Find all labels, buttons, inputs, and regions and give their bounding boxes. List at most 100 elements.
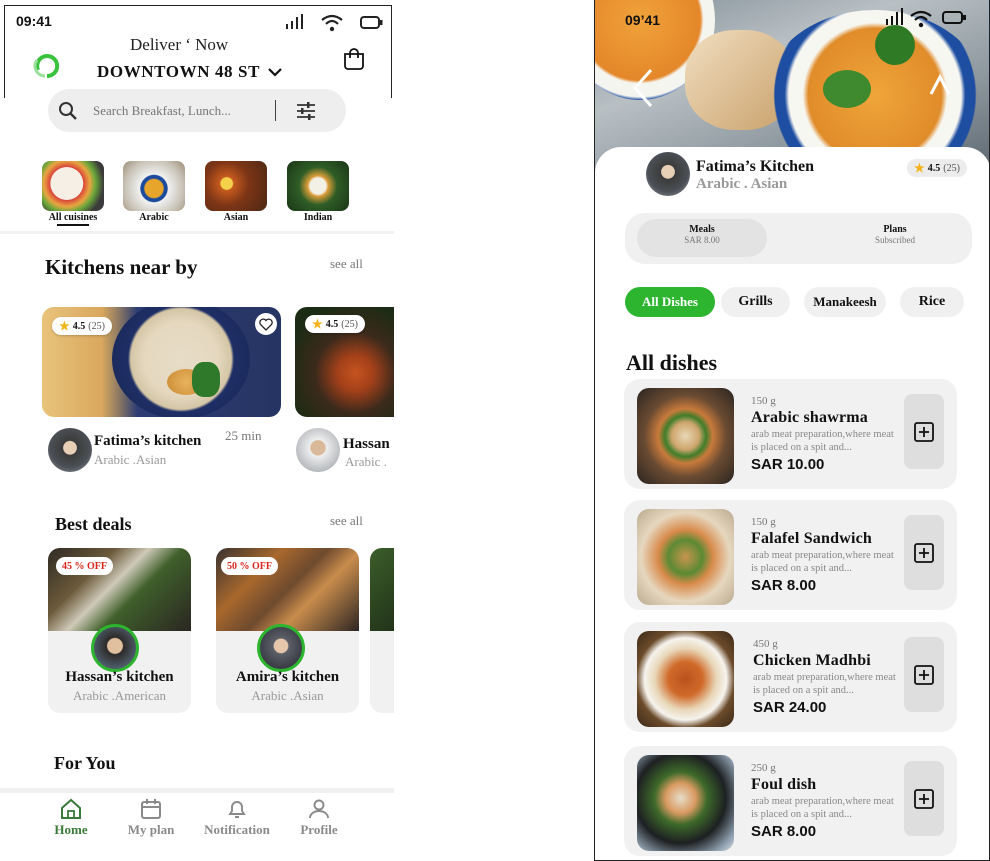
herbs <box>875 25 915 65</box>
dish-card[interactable]: 250 g Foul dish arab meat preparation,wh… <box>624 746 957 856</box>
rating-count: (25) <box>943 162 960 174</box>
segment-plans[interactable]: Plans Subscribed <box>830 219 960 257</box>
signal-icon <box>286 14 303 29</box>
signal-icon <box>886 8 903 25</box>
add-to-cart-button[interactable] <box>904 394 944 469</box>
cart-icon[interactable] <box>342 47 366 71</box>
kitchen-name: Fatima’s Kitchen <box>696 158 815 175</box>
dish-description: arab meat preparation,where meat is plac… <box>751 550 894 574</box>
frame-top <box>4 5 392 6</box>
plus-square-icon <box>914 664 934 685</box>
deal-image <box>370 548 394 631</box>
dish-weight: 250 g <box>751 762 776 774</box>
segment-meals[interactable]: Meals SAR 8.00 <box>637 219 767 257</box>
dish-description: arab meat preparation,where meat is plac… <box>751 796 894 820</box>
avatar <box>257 624 305 672</box>
see-all-link[interactable]: see all <box>330 513 363 529</box>
add-to-cart-button[interactable] <box>904 761 944 836</box>
filter-icon[interactable] <box>295 100 317 122</box>
category-label: Indian <box>303 212 333 223</box>
kitchen-cuisine: Arabic . Asian <box>696 176 788 192</box>
segmented-control: Meals SAR 8.00 Plans Subscribed <box>625 213 972 264</box>
chip-manakeesh[interactable]: Manakeesh <box>804 287 886 317</box>
see-all-link[interactable]: see all <box>330 256 363 272</box>
for-you-title: For You <box>54 753 116 773</box>
category-image <box>123 161 185 211</box>
battery-icon <box>360 16 383 29</box>
rating-value: 4.5 <box>325 318 339 330</box>
kitchen-name[interactable]: Fatima’s kitchen <box>94 433 201 450</box>
dish-name: Falafel Sandwich <box>751 530 872 547</box>
user-icon <box>309 799 329 819</box>
home-icon <box>61 798 81 819</box>
battery-icon <box>942 11 966 24</box>
herbs <box>823 70 871 108</box>
chevron-down-icon <box>268 68 282 77</box>
kitchen-avatar <box>646 152 690 196</box>
plus-square-icon <box>914 542 934 563</box>
segment-title: Plans <box>883 224 907 235</box>
rating-count: (25) <box>88 320 105 332</box>
kitchen-name[interactable]: Hassan <box>343 436 390 453</box>
dish-image <box>637 388 734 484</box>
frame-left <box>4 5 5 98</box>
dish-name: Chicken Madhbi <box>753 652 871 669</box>
category-all-cuisines[interactable]: All cuisines <box>42 161 104 226</box>
category-image <box>42 161 104 211</box>
category-arabic[interactable]: Arabic <box>123 161 185 223</box>
back-arrow-icon[interactable] <box>631 68 655 108</box>
favorite-button[interactable] <box>255 313 277 335</box>
kitchen-cuisine: Arabic . <box>345 454 387 469</box>
category-indian[interactable]: Indian <box>287 161 349 223</box>
location-selector[interactable]: DOWNTOWN 48 ST <box>97 62 282 82</box>
dish-card[interactable]: 150 g Falafel Sandwich arab meat prepara… <box>624 500 957 610</box>
star-icon: ★ <box>914 160 925 175</box>
chip-grills[interactable]: Grills <box>721 287 790 317</box>
add-to-cart-button[interactable] <box>904 515 944 590</box>
hummus-plate <box>112 307 250 417</box>
dish-image <box>637 509 734 605</box>
kitchen-cuisine: Arabic .Asian <box>94 452 167 467</box>
search-divider <box>275 100 276 121</box>
search-input[interactable] <box>93 101 273 121</box>
deal-kitchen-name: Hassan’s kitchen <box>65 669 174 685</box>
avatar <box>48 428 92 472</box>
category-label: Arabic <box>139 212 169 223</box>
dish-price: SAR 10.00 <box>751 456 825 473</box>
nav-divider <box>0 788 394 793</box>
nav-notification[interactable]: Notification <box>196 796 278 838</box>
calendar-icon <box>141 799 161 819</box>
chip-rice[interactable]: Rice <box>900 287 964 317</box>
rating-value: 4.5 <box>72 320 86 332</box>
search-bar <box>48 89 346 132</box>
avatar <box>91 624 139 672</box>
nav-label: Notification <box>204 822 270 837</box>
kitchens-near-title: Kitchens near by <box>45 255 198 279</box>
deal-card[interactable] <box>370 548 394 713</box>
dish-card[interactable]: 150 g Arabic shawrma arab meat preparati… <box>624 379 957 489</box>
bell-icon <box>228 801 246 818</box>
category-asian[interactable]: Asian <box>205 161 267 223</box>
star-icon: ★ <box>312 316 323 331</box>
dish-price: SAR 24.00 <box>753 699 827 716</box>
home-screen: 09:41 Deliver ‘ Now DOWNTOWN 48 ST A <box>0 0 394 861</box>
category-label: Asian <box>223 212 249 223</box>
dish-card[interactable]: 450 g Chicken Madhbi arab meat preparati… <box>624 622 957 732</box>
discount-badge: 50 % OFF <box>221 557 278 575</box>
heart-icon <box>259 317 273 331</box>
avatar <box>296 428 340 472</box>
nav-label: Profile <box>300 822 338 837</box>
dish-price: SAR 8.00 <box>751 577 817 594</box>
add-to-cart-button[interactable] <box>904 637 944 712</box>
plus-square-icon <box>914 788 934 809</box>
nav-my-plan[interactable]: My plan <box>111 796 191 838</box>
deal-kitchen-name: Amira’s kitchen <box>235 669 340 685</box>
dish-weight: 150 g <box>751 516 776 528</box>
chip-all-dishes[interactable]: All Dishes <box>625 287 715 317</box>
nav-home[interactable]: Home <box>31 796 111 838</box>
nav-profile[interactable]: Profile <box>279 796 359 838</box>
dish-image <box>637 755 734 851</box>
share-icon[interactable] <box>925 72 955 102</box>
search-icon <box>59 102 77 120</box>
wifi-icon <box>321 14 343 32</box>
